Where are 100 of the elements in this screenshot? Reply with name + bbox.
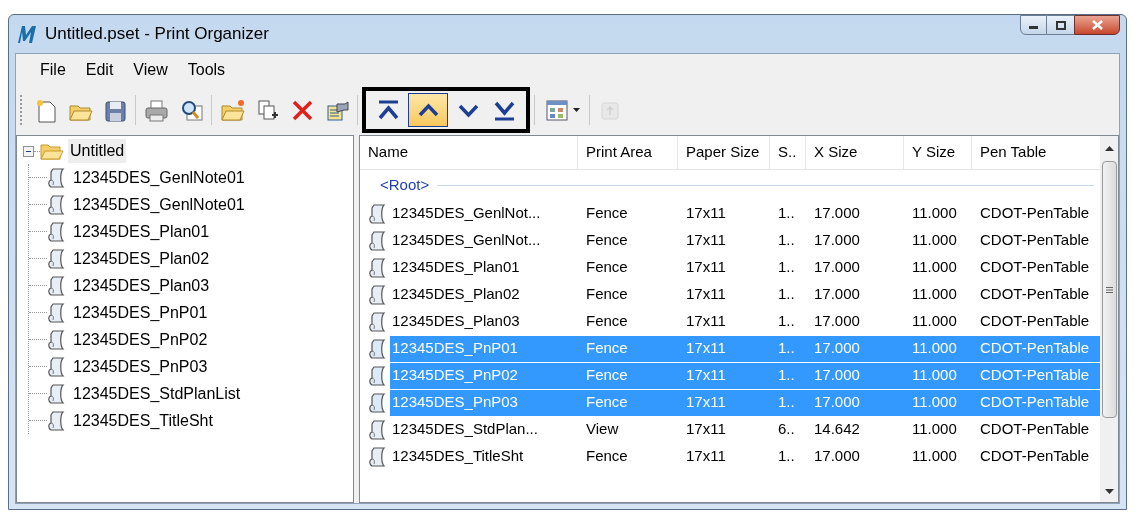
sheet-icon [47,301,65,324]
scroll-up-icon [1104,146,1114,151]
table-cell-text: 12345DES_Plan03 [391,311,521,332]
table-cell-text: 1.. [777,203,796,224]
sheet-icon [368,337,386,360]
column-header[interactable]: Name [360,136,578,169]
table-cell-text: 17.000 [813,311,861,332]
menu-item[interactable]: View [125,58,176,82]
tree-item[interactable]: 12345DES_StdPlanList [73,381,241,406]
tree-item[interactable]: Untitled [68,139,127,163]
sheet-icon [47,355,65,378]
app-logo-icon [15,23,39,45]
table-cell-text: 12345DES_PnP03 [391,392,519,413]
list-row[interactable]: 12345DES_TitleSht Fence 17x11 1.. 17.000 11.000 CDOT-PenTable [390,443,1100,470]
table-cell-text: Fence [585,284,629,305]
collapse-icon[interactable] [23,145,34,157]
table-cell-text: 17.000 [813,203,861,224]
table-cell-text: Fence [585,446,629,467]
minimize-icon [1029,26,1038,29]
table-cell-text: Fence [585,338,629,359]
scrollbar[interactable] [1100,136,1118,502]
table-cell-text: 17x11 [685,446,727,467]
table-cell-text: 1.. [777,230,796,251]
minimize-button[interactable] [1020,15,1047,35]
tree-item[interactable]: 12345DES_TitleSht [73,408,213,433]
column-header[interactable]: Paper Size [678,136,770,169]
table-cell-text: Fence [585,257,629,278]
table-cell-text: 17x11 [685,284,727,305]
list-row[interactable]: 12345DES_GenlNot... Fence 17x11 1.. 17.000 11.000 CDOT-PenTable [390,200,1100,227]
table-cell-text: Fence [585,392,629,413]
tree-item[interactable]: 12345DES_Plan03 [73,273,210,298]
grip-icon [1105,286,1113,293]
table-cell-text: Fence [585,365,629,386]
table-cell-text: 11.000 [911,284,958,305]
table-cell-text: 17.000 [813,284,861,305]
table-cell-text: 17x11 [685,257,727,278]
tree-item[interactable]: 12345DES_PnP03 [73,354,208,379]
close-icon [1091,20,1103,30]
tree-item[interactable]: 12345DES_Plan02 [73,246,210,271]
table-cell-text: 11.000 [911,365,958,386]
table-cell-text: View [585,419,620,440]
tree-item[interactable]: 12345DES_PnP01 [73,300,208,325]
tree-item[interactable]: 12345DES_Plan01 [73,219,210,244]
sheet-icon [368,283,386,306]
list-row[interactable]: 12345DES_StdPlan... View 17x11 6.. 14.642 11.000 CDOT-PenTable [390,416,1100,443]
menu-item[interactable]: Edit [77,58,122,82]
group-header: <Root> [380,174,430,195]
toolbar-button[interactable] [408,93,448,127]
column-header[interactable]: X Size [806,136,904,169]
sheet-icon [368,229,386,252]
table-cell-text: 17x11 [685,203,727,224]
table-cell-text: 12345DES_PnP02 [391,365,519,386]
column-header[interactable]: S.. [770,136,806,169]
table-cell-text: 17.000 [813,392,861,413]
table-cell-text: Fence [585,230,629,251]
table-cell-text: Fence [585,203,629,224]
tree-item[interactable]: 12345DES_GenlNote01 [73,165,245,190]
table-cell-text: 17x11 [685,365,727,386]
sheet-icon [47,274,65,297]
table-cell-text: 11.000 [911,203,958,224]
table-cell-text: Fence [585,311,629,332]
maximize-icon [1055,20,1066,30]
table-cell-text: 12345DES_Plan01 [391,257,521,278]
list-row[interactable]: 12345DES_Plan02 Fence 17x11 1.. 17.000 11.000 CDOT-PenTable [390,281,1100,308]
sheet-icon [368,310,386,333]
menu-item[interactable]: File [32,58,74,82]
close-button[interactable] [1074,15,1120,35]
sheet-icon [368,445,386,468]
table-cell-text: CDOT-PenTable [979,203,1091,224]
table-cell-text: 12345DES_Plan02 [391,284,521,305]
list-row[interactable]: 12345DES_Plan03 Fence 17x11 1.. 17.000 11.000 CDOT-PenTable [390,308,1100,335]
table-cell-text: CDOT-PenTable [979,257,1091,278]
column-header[interactable]: Print Area [578,136,678,169]
table-cell-text: 12345DES_PnP01 [391,338,519,359]
sheet-icon [368,418,386,441]
table-cell-text: 17x11 [685,230,727,251]
table-cell-text: 1.. [777,365,796,386]
sheet-icon [47,193,65,216]
column-header[interactable]: Y Size [904,136,972,169]
list-row[interactable]: 12345DES_Plan01 Fence 17x11 1.. 17.000 11.000 CDOT-PenTable [390,254,1100,281]
table-cell-text: 17.000 [813,257,861,278]
column-header[interactable]: Pen Table [972,136,1100,169]
scroll-thumb[interactable] [1101,161,1117,418]
table-cell-text: 17.000 [813,230,861,251]
sheet-icon [47,328,65,351]
table-cell-text: 1.. [777,284,796,305]
view-grid-icon [544,97,570,123]
tree-item[interactable]: 12345DES_PnP02 [73,327,208,352]
table-cell-text: CDOT-PenTable [979,338,1091,359]
dropdown-caret-icon [572,108,580,112]
tree-item[interactable]: 12345DES_GenlNote01 [73,192,245,217]
table-cell-text: 12345DES_TitleSht [391,446,525,467]
table-cell-text: CDOT-PenTable [979,392,1091,413]
sheet-icon [47,409,65,432]
menu-item[interactable]: Tools [179,58,234,82]
list-row[interactable]: 12345DES_GenlNot... Fence 17x11 1.. 17.000 11.000 CDOT-PenTable [390,227,1100,254]
table-cell-text: 12345DES_GenlNot... [391,203,542,224]
maximize-button[interactable] [1047,15,1074,35]
sheet-icon [47,247,65,270]
table-cell-text: 12345DES_StdPlan... [391,419,539,440]
